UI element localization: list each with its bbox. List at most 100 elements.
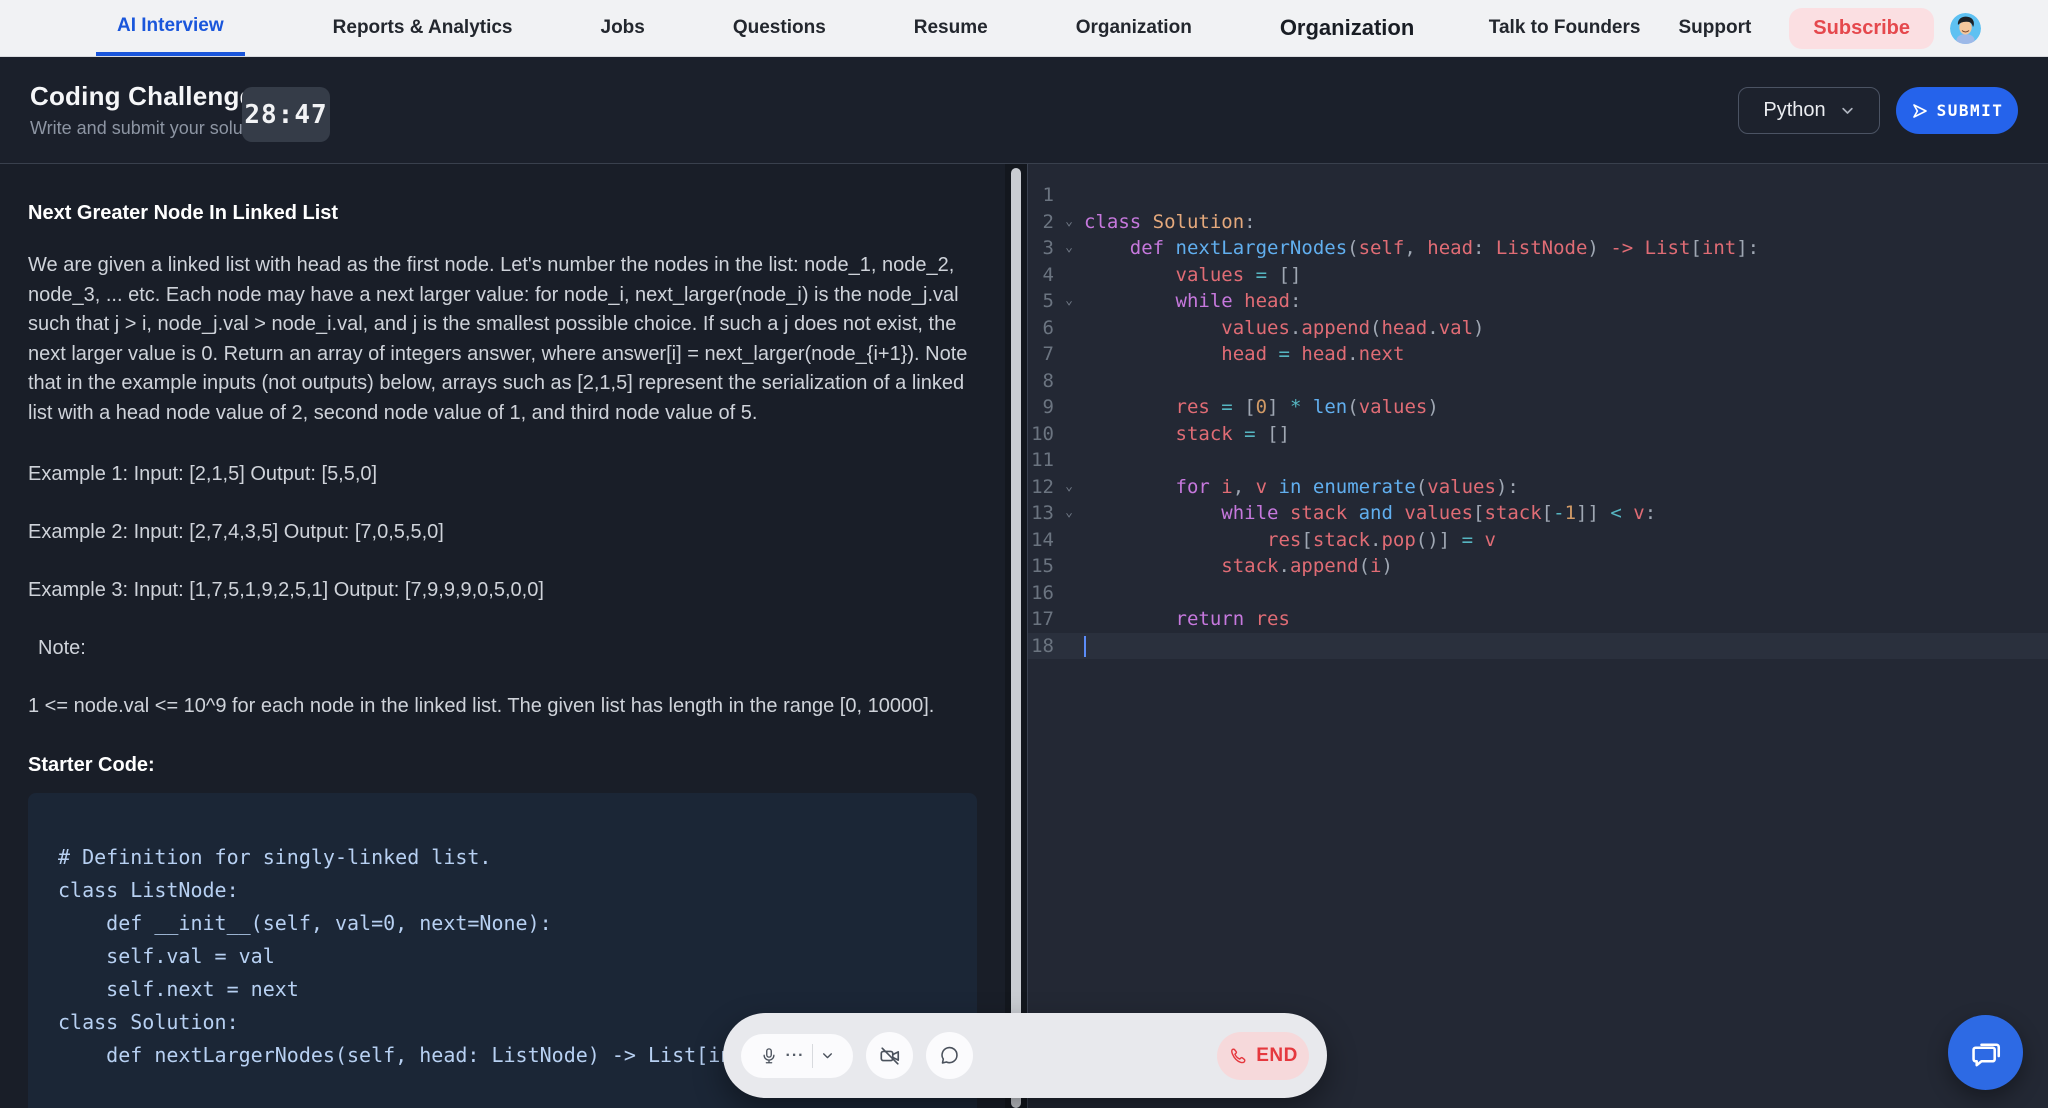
example-2: Example 2: Input: [2,7,4,3,5] Output: [7…	[28, 520, 977, 544]
fold-chevron-icon[interactable]: ⌄	[1054, 209, 1084, 236]
example-1: Example 1: Input: [2,1,5] Output: [5,5,0…	[28, 462, 977, 486]
nav-item-resume[interactable]: Resume	[914, 0, 988, 56]
nav-item-ai-interview[interactable]: AI Interview	[96, 0, 245, 56]
code-line-text: values.append(head.val)	[1084, 315, 1484, 342]
code-editor[interactable]: 12⌄class Solution:3⌄ def nextLargerNodes…	[1027, 164, 2048, 1108]
editor-line-15[interactable]: 15 stack.append(i)	[1028, 553, 2048, 580]
problem-title: Next Greater Node In Linked List	[28, 202, 977, 225]
editor-line-4[interactable]: 4 values = []	[1028, 262, 2048, 289]
line-number: 7	[1028, 341, 1054, 368]
camera-off-button[interactable]	[866, 1032, 913, 1079]
problem-panel: Next Greater Node In Linked List We are …	[0, 164, 1005, 1108]
chat-bubble-icon	[939, 1045, 960, 1066]
line-number: 5	[1028, 288, 1054, 315]
editor-line-16[interactable]: 16	[1028, 580, 2048, 607]
editor-line-7[interactable]: 7 head = head.next	[1028, 341, 2048, 368]
chevron-down-icon	[1840, 103, 1855, 118]
editor-line-11[interactable]: 11	[1028, 447, 2048, 474]
chat-fab-button[interactable]	[1948, 1015, 2023, 1090]
code-line-text: head = head.next	[1084, 341, 1404, 368]
language-dropdown-value: Python	[1763, 99, 1825, 122]
chat-button[interactable]	[926, 1032, 973, 1079]
fold-chevron-icon[interactable]: ⌄	[1054, 288, 1084, 315]
editor-line-18[interactable]: 18	[1028, 633, 2048, 660]
challenge-header: Coding Challenge Write and submit your s…	[0, 57, 2048, 164]
phone-icon	[1228, 1046, 1248, 1066]
nav-item-support[interactable]: Support	[1678, 17, 1751, 39]
fold-chevron-icon[interactable]: ⌄	[1054, 235, 1084, 262]
nav-right-group: Talk to Founders Support Subscribe	[1489, 0, 1981, 56]
line-number: 9	[1028, 394, 1054, 421]
camera-off-icon	[879, 1045, 901, 1067]
nav-item-jobs[interactable]: Jobs	[601, 0, 645, 56]
submit-button[interactable]: SUBMIT	[1896, 87, 2018, 134]
microphone-icon	[760, 1047, 778, 1065]
language-dropdown[interactable]: Python	[1738, 87, 1880, 134]
line-number: 3	[1028, 235, 1054, 262]
example-3: Example 3: Input: [1,7,5,1,9,2,5,1] Outp…	[28, 578, 977, 602]
app-window: AI Interview Reports & Analytics Jobs Qu…	[0, 0, 2048, 1108]
chevron-down-icon[interactable]	[821, 1049, 834, 1062]
mic-level-dots: ···	[786, 1047, 805, 1065]
line-number: 6	[1028, 315, 1054, 342]
line-number: 10	[1028, 421, 1054, 448]
editor-line-14[interactable]: 14 res[stack.pop()] = v	[1028, 527, 2048, 554]
fold-chevron-icon[interactable]: ⌄	[1054, 500, 1084, 527]
mic-group-divider	[812, 1044, 813, 1068]
text-cursor	[1084, 636, 1086, 657]
end-call-button[interactable]: END	[1217, 1032, 1309, 1080]
editor-line-10[interactable]: 10 stack = []	[1028, 421, 2048, 448]
fold-chevron-icon[interactable]: ⌄	[1054, 474, 1084, 501]
nav-item-questions[interactable]: Questions	[733, 0, 826, 56]
page-title: Coding Challenge	[30, 81, 272, 112]
line-number: 18	[1028, 633, 1054, 660]
editor-line-5[interactable]: 5⌄ while head:	[1028, 288, 2048, 315]
line-number: 1	[1028, 182, 1054, 209]
editor-line-17[interactable]: 17 return res	[1028, 606, 2048, 633]
code-line-text: for i, v in enumerate(values):	[1084, 474, 1519, 501]
line-number: 2	[1028, 209, 1054, 236]
organization-section-title: Organization	[1280, 0, 1414, 56]
pane-resizer[interactable]	[1011, 168, 1021, 1108]
nav-item-talk-to-founders[interactable]: Talk to Founders	[1489, 17, 1641, 39]
problem-description: We are given a linked list with head as …	[28, 251, 977, 428]
editor-line-3[interactable]: 3⌄ def nextLargerNodes(self, head: ListN…	[1028, 235, 2048, 262]
content-area: Next Greater Node In Linked List We are …	[0, 164, 2048, 1108]
top-navigation: AI Interview Reports & Analytics Jobs Qu…	[0, 0, 2048, 57]
pane-divider-track	[1005, 164, 1027, 1108]
avatar-image	[1950, 13, 1981, 44]
editor-line-6[interactable]: 6 values.append(head.val)	[1028, 315, 2048, 342]
line-number: 15	[1028, 553, 1054, 580]
user-avatar[interactable]	[1950, 13, 1981, 44]
nav-left-group: AI Interview Reports & Analytics Jobs Qu…	[96, 0, 1414, 56]
title-block: Coding Challenge Write and submit your s…	[30, 81, 272, 139]
code-line-text: return res	[1084, 606, 1290, 633]
code-line-text: def nextLargerNodes(self, head: ListNode…	[1084, 235, 1759, 262]
code-line-text	[1084, 633, 1086, 660]
editor-line-2[interactable]: 2⌄class Solution:	[1028, 209, 2048, 236]
nav-item-reports-analytics[interactable]: Reports & Analytics	[333, 0, 513, 56]
code-line-text: res[stack.pop()] = v	[1084, 527, 1496, 554]
editor-line-1[interactable]: 1	[1028, 182, 2048, 209]
microphone-control[interactable]: ···	[741, 1034, 853, 1078]
code-line-text: while stack and values[stack[-1]] < v:	[1084, 500, 1656, 527]
starter-code-label: Starter Code:	[28, 754, 977, 777]
submit-button-label: SUBMIT	[1937, 101, 2004, 120]
line-number: 17	[1028, 606, 1054, 633]
editor-line-12[interactable]: 12⌄ for i, v in enumerate(values):	[1028, 474, 2048, 501]
line-number: 16	[1028, 580, 1054, 607]
line-number: 13	[1028, 500, 1054, 527]
code-line-text: res = [0] * len(values)	[1084, 394, 1439, 421]
subscribe-button[interactable]: Subscribe	[1789, 8, 1934, 49]
nav-item-organization[interactable]: Organization	[1076, 0, 1192, 56]
line-number: 14	[1028, 527, 1054, 554]
header-actions: Python SUBMIT	[1738, 87, 2018, 134]
line-number: 4	[1028, 262, 1054, 289]
editor-line-13[interactable]: 13⌄ while stack and values[stack[-1]] < …	[1028, 500, 2048, 527]
editor-line-8[interactable]: 8	[1028, 368, 2048, 395]
code-line-text: stack.append(i)	[1084, 553, 1393, 580]
call-control-bar: ··· END	[723, 1013, 1327, 1098]
constraint-text: 1 <= node.val <= 10^9 for each node in t…	[28, 694, 977, 718]
line-number: 12	[1028, 474, 1054, 501]
editor-line-9[interactable]: 9 res = [0] * len(values)	[1028, 394, 2048, 421]
